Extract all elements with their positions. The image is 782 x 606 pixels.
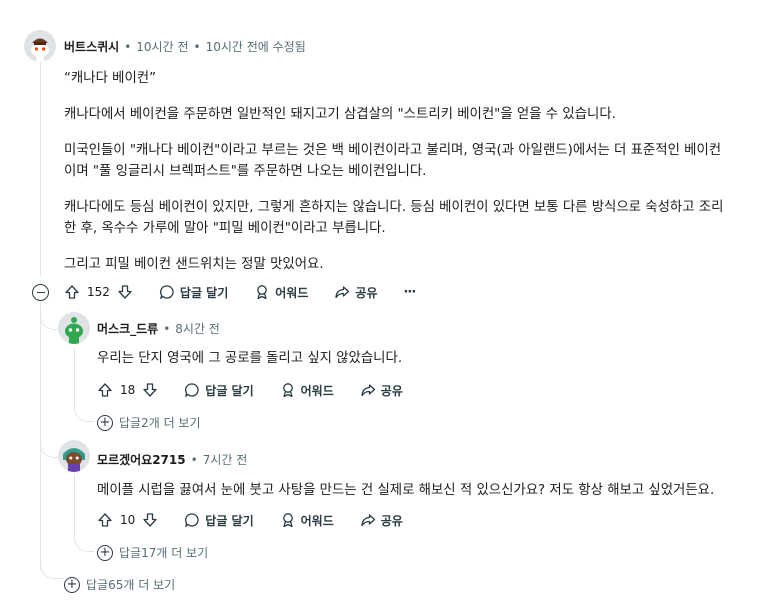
minus-icon (36, 291, 45, 294)
share-icon (361, 514, 375, 527)
separator-dot: • (124, 39, 132, 54)
timestamp[interactable]: 7시간 전 (203, 451, 248, 468)
more-options-button[interactable]: ··· (403, 284, 416, 300)
award-button[interactable]: 어워드 (254, 284, 308, 301)
snoo-avatar-icon (58, 440, 90, 472)
reply-body: 메이플 시럽을 끓여서 눈에 붓고 사탕을 만드는 건 실제로 해보신 적 있으… (97, 480, 767, 501)
reply-button[interactable]: 답글 달기 (184, 382, 254, 399)
avatar[interactable] (24, 30, 56, 62)
award-icon (282, 383, 293, 398)
reply-button[interactable]: 답글 달기 (184, 512, 254, 529)
reply-actions: 18 답글 달기 어워드 공유 (97, 378, 429, 402)
more-replies-label: 답글65개 더 보기 (86, 578, 176, 592)
comment-body: “캐나다 베이컨” 캐나다에서 베이컨을 주문하면 일반적인 돼지고기 삼겹살의… (64, 68, 754, 275)
upvote-arrow-icon[interactable] (97, 382, 113, 398)
snoo-avatar-icon (24, 30, 56, 62)
share-label: 공유 (355, 285, 378, 300)
share-icon (361, 384, 375, 397)
snoo-avatar-icon (58, 312, 90, 344)
vote-count: 18 (120, 383, 136, 397)
thread-curve-reply2 (40, 440, 58, 458)
thread-line-main-lower (40, 302, 41, 570)
edited-label: 10시간 전에 수정됨 (205, 40, 306, 54)
reply-label: 답글 달기 (205, 513, 254, 528)
share-button[interactable]: 공유 (360, 512, 403, 529)
timestamp[interactable]: 8시간 전 (175, 320, 220, 337)
separator-dot: • (190, 452, 198, 467)
speech-bubble-icon (185, 383, 199, 398)
thread-line-reply2 (74, 474, 75, 540)
thread-curve-reply2-more (74, 534, 94, 552)
speech-bubble-icon (159, 285, 174, 300)
share-label: 공유 (380, 383, 403, 398)
avatar[interactable] (58, 440, 90, 472)
share-button[interactable]: 공유 (360, 382, 403, 399)
reply-text: 메이플 시럽을 끓여서 눈에 붓고 사탕을 만드는 건 실제로 해보신 적 있으… (97, 483, 715, 498)
thread-curve-reply1 (40, 312, 58, 330)
reply-actions: 10 답글 달기 어워드 공유 (97, 508, 429, 532)
more-replies-link[interactable]: + 답글65개 더 보기 (64, 576, 175, 593)
downvote-arrow-icon[interactable] (142, 512, 158, 528)
comment-paragraph: 캐나다에서 베이컨을 주문하면 일반적인 돼지고기 삼겹살의 "스트리키 베이컨… (64, 107, 616, 122)
more-replies-label: 답글2개 더 보기 (119, 416, 201, 430)
vote-count: 10 (120, 513, 136, 527)
plus-circle-icon: + (64, 576, 80, 593)
reply-meta: 모르겠어요2715 • 7시간 전 (97, 451, 247, 468)
award-button[interactable]: 어워드 (280, 512, 334, 529)
share-label: 공유 (380, 513, 403, 528)
username[interactable]: 머스크_드류 (97, 320, 158, 337)
vote-group: 152 (64, 284, 133, 300)
comment-actions: 152 답글 달기 어워드 공유 ··· (64, 280, 441, 304)
more-replies-label: 답글17개 더 보기 (119, 546, 209, 560)
comment-paragraph: “캐나다 베이컨” (64, 71, 157, 86)
avatar[interactable] (58, 312, 90, 344)
vote-count: 152 (87, 285, 110, 299)
more-options-icon: ··· (403, 284, 416, 300)
more-replies-link[interactable]: + 답글2개 더 보기 (97, 414, 201, 431)
username[interactable]: 버트스퀴시 (64, 38, 119, 55)
reply-text: 우리는 단지 영국에 그 공로를 돌리고 싶지 않았습니다. (97, 351, 403, 366)
plus-circle-icon: + (97, 544, 113, 561)
timestamp[interactable]: 10시간 전 (136, 38, 188, 55)
reply-meta: 머스크_드류 • 8시간 전 (97, 320, 220, 337)
award-label: 어워드 (300, 513, 334, 528)
award-label: 어워드 (300, 383, 334, 398)
reply-button[interactable]: 답글 달기 (159, 284, 228, 301)
award-icon (257, 285, 268, 300)
plus-circle-icon: + (97, 414, 113, 431)
share-button[interactable]: 공유 (334, 284, 377, 301)
award-button[interactable]: 어워드 (280, 382, 334, 399)
upvote-arrow-icon[interactable] (97, 512, 113, 528)
reply-label: 답글 달기 (179, 285, 229, 300)
reply-label: 답글 달기 (205, 383, 254, 398)
thread-curve-reply1-more (74, 404, 94, 422)
collapse-thread-button[interactable] (32, 284, 49, 301)
award-icon (282, 513, 293, 528)
award-label: 어워드 (275, 285, 309, 300)
downvote-arrow-icon[interactable] (142, 382, 158, 398)
comment-paragraph: 캐나다에도 등심 베이컨이 있지만, 그렇게 흔하지는 않습니다. 등심 베이컨… (64, 200, 724, 236)
downvote-arrow-icon[interactable] (117, 284, 133, 300)
comment-paragraph: 미국인들이 "캐나다 베이컨"이라고 부르는 것은 백 베이컨이라고 불리며, … (64, 143, 722, 179)
speech-bubble-icon (185, 513, 199, 528)
share-icon (335, 286, 350, 299)
reply-body: 우리는 단지 영국에 그 공로를 돌리고 싶지 않았습니다. (97, 348, 757, 369)
username[interactable]: 모르겠어요2715 (97, 451, 186, 468)
vote-group: 10 (97, 512, 158, 528)
thread-curve-more (40, 555, 64, 579)
comment-meta: 버트스퀴시 • 10시간 전 • 10시간 전에 수정됨 (64, 38, 306, 55)
comment-paragraph: 그리고 피밀 베이컨 샌드위치는 정말 맛있어요. (64, 257, 324, 272)
vote-group: 18 (97, 382, 158, 398)
separator-dot: • (193, 39, 201, 54)
upvote-arrow-icon[interactable] (64, 284, 80, 300)
separator-dot: • (163, 321, 171, 336)
thread-line-reply1 (74, 348, 75, 408)
thread-line-main (40, 62, 41, 276)
more-replies-link[interactable]: + 답글17개 더 보기 (97, 544, 208, 561)
